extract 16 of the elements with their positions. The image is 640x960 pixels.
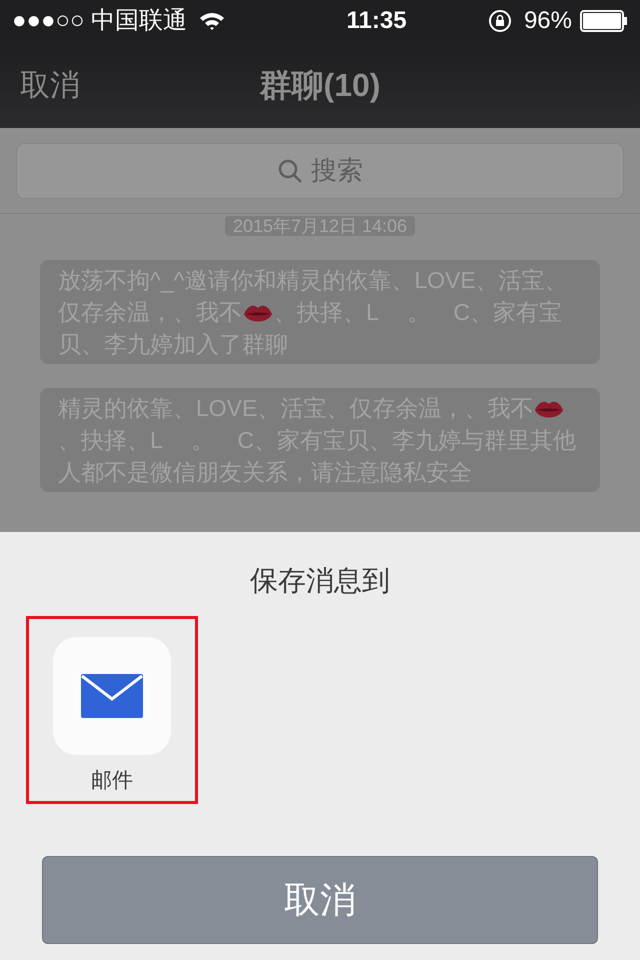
- carrier-label: ●●●○○ 中国联通: [12, 6, 188, 36]
- battery-percent: 96%: [524, 6, 572, 36]
- mail-label: 邮件: [91, 768, 133, 794]
- sheet-cancel-button[interactable]: 取消: [42, 856, 598, 944]
- clock: 11:35: [346, 6, 407, 36]
- envelope-icon: [81, 674, 143, 718]
- window-title: 群聊(10): [260, 66, 380, 105]
- battery-icon: [580, 10, 628, 32]
- wifi-icon: [199, 11, 226, 31]
- cancel-button[interactable]: 取消: [20, 62, 80, 108]
- share-target[interactable]: 邮件: [26, 616, 198, 804]
- rotation-lock-icon: [488, 9, 512, 33]
- sheet-title: 保存消息到: [249, 564, 391, 598]
- search-icon: [277, 158, 303, 184]
- search-field[interactable]: 搜索: [16, 142, 624, 198]
- search-placeholder: 搜索: [311, 154, 363, 187]
